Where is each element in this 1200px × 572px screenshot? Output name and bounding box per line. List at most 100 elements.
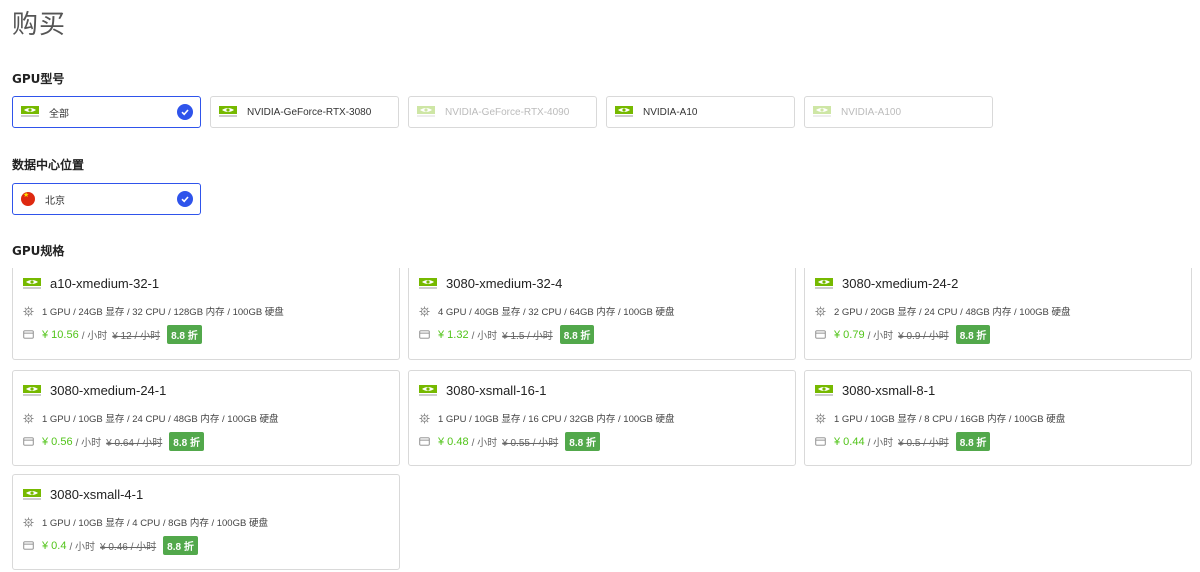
nvidia-logo-icon [219, 106, 237, 117]
price: ¥ 0.79 [834, 328, 865, 341]
spec-name: 3080-xsmall-8-1 [842, 383, 936, 398]
spec-details-row: 1 GPU / 10GB 显存 / 8 CPU / 16GB 内存 / 100G… [815, 411, 1065, 425]
price-row: ¥ 10.56/ 小时 ¥ 12 / 小时 8.8 折 [23, 325, 202, 344]
gpu-model-label: GPU型号 [12, 72, 65, 86]
chip-gear-icon [23, 305, 34, 317]
price-row: ¥ 0.79/ 小时 ¥ 0.9 / 小时 8.8 折 [815, 325, 991, 344]
spec-card[interactable]: 3080-xmedium-24-1 1 GPU / 10GB 显存 / 24 CP… [12, 370, 400, 466]
spec-title-row: 3080-xsmall-16-1 [419, 383, 546, 398]
gpu-option-a10[interactable]: NVIDIA-A10 [606, 96, 795, 128]
spec-details-row: 1 GPU / 10GB 显存 / 4 CPU / 8GB 内存 / 100GB… [23, 515, 268, 529]
price-unit: / 小时 [75, 438, 102, 449]
spec-details: 1 GPU / 10GB 显存 / 16 CPU / 32GB 内存 / 100… [438, 414, 675, 425]
price-row: ¥ 1.32/ 小时 ¥ 1.5 / 小时 8.8 折 [419, 325, 595, 344]
spec-details-row: 4 GPU / 40GB 显存 / 32 CPU / 64GB 内存 / 100… [419, 304, 675, 318]
spec-card[interactable]: 3080-xmedium-32-4 4 GPU / 40GB 显存 / 32 CP… [408, 268, 796, 360]
original-price: ¥ 0.46 / 小时 [100, 542, 157, 553]
discount-badge: 8.8 折 [955, 325, 991, 344]
datacenter-option-beijing[interactable]: 北京 [12, 183, 201, 215]
chip-gear-icon [23, 412, 34, 424]
spec-title-row: 3080-xmedium-24-1 [23, 383, 166, 398]
price: ¥ 0.48 [438, 435, 469, 448]
card-icon [815, 330, 826, 339]
spec-card[interactable]: 3080-xsmall-16-1 1 GPU / 10GB 显存 / 16 CPU… [408, 370, 796, 466]
price-unit: / 小时 [81, 331, 108, 342]
chip-gear-icon [815, 412, 826, 424]
nvidia-logo-icon [615, 106, 633, 117]
nvidia-logo-icon [23, 488, 41, 500]
nvidia-logo-icon [419, 384, 437, 396]
gpu-option-all[interactable]: 全部 [12, 96, 201, 128]
discount-badge: 8.8 折 [565, 432, 600, 451]
spec-title-row: a10-xmedium-32-1 [23, 276, 159, 291]
spec-card[interactable]: 3080-xsmall-8-1 1 GPU / 10GB 显存 / 8 CPU /… [804, 370, 1192, 466]
discount-badge: 8.8 折 [169, 432, 204, 451]
price-row: ¥ 0.48/ 小时 ¥ 0.55 / 小时 8.8 折 [419, 432, 600, 451]
price-unit: / 小时 [867, 331, 894, 342]
spec-details-row: 1 GPU / 10GB 显存 / 16 CPU / 32GB 内存 / 100… [419, 411, 675, 425]
spec-name: 3080-xmedium-24-2 [842, 276, 959, 291]
spec-details: 1 GPU / 10GB 显存 / 24 CPU / 48GB 内存 / 100… [42, 414, 279, 425]
nvidia-logo-icon [815, 277, 833, 289]
price: ¥ 0.56 [42, 435, 73, 448]
price: ¥ 0.4 [42, 539, 67, 552]
chip-gear-icon [419, 305, 430, 317]
nvidia-logo-icon [815, 384, 833, 396]
spec-card[interactable]: a10-xmedium-32-1 1 GPU / 24GB 显存 / 32 CPU… [12, 268, 400, 360]
chip-gear-icon [23, 516, 34, 528]
chip-gear-icon [419, 412, 430, 424]
discount-badge: 8.8 折 [955, 432, 991, 451]
spec-name: a10-xmedium-32-1 [50, 276, 160, 291]
spec-details: 1 GPU / 10GB 显存 / 4 CPU / 8GB 内存 / 100GB… [42, 518, 268, 529]
china-flag-icon [21, 191, 35, 206]
original-price: ¥ 1.5 / 小时 [502, 331, 553, 342]
card-icon [23, 541, 34, 550]
nvidia-logo-icon [419, 277, 437, 289]
nvidia-logo-icon [813, 106, 831, 117]
original-price: ¥ 0.9 / 小时 [898, 331, 949, 342]
price: ¥ 0.44 [834, 435, 865, 448]
spec-details-row: 1 GPU / 10GB 显存 / 24 CPU / 48GB 内存 / 100… [23, 411, 279, 425]
gpu-option-label: NVIDIA-GeForce-RTX-4090 [445, 106, 570, 118]
original-price: ¥ 0.5 / 小时 [898, 438, 949, 449]
discount-badge: 8.8 折 [559, 325, 595, 344]
price-row: ¥ 0.4/ 小时 ¥ 0.46 / 小时 8.8 折 [23, 536, 198, 555]
price-row: ¥ 0.56/ 小时 ¥ 0.64 / 小时 8.8 折 [23, 432, 204, 451]
spec-title-row: 3080-xmedium-32-4 [419, 276, 562, 291]
spec-details: 1 GPU / 24GB 显存 / 32 CPU / 128GB 内存 / 10… [42, 307, 284, 318]
gpu-option-rtx-3080[interactable]: NVIDIA-GeForce-RTX-3080 [210, 96, 399, 128]
spec-card[interactable]: 3080-xmedium-24-2 2 GPU / 20GB 显存 / 24 CP… [804, 268, 1192, 360]
gpu-option-label: NVIDIA-A10 [643, 106, 698, 118]
price-row: ¥ 0.44/ 小时 ¥ 0.5 / 小时 8.8 折 [815, 432, 991, 451]
nvidia-logo-icon [23, 277, 41, 289]
spec-details-row: 2 GPU / 20GB 显存 / 24 CPU / 48GB 内存 / 100… [815, 304, 1071, 318]
spec-details: 1 GPU / 10GB 显存 / 8 CPU / 16GB 内存 / 100G… [834, 414, 1066, 425]
datacenter-label: 数据中心位置 [12, 158, 85, 172]
discount-badge: 8.8 折 [167, 325, 202, 344]
datacenter-option-label: 北京 [45, 195, 65, 207]
card-icon [419, 330, 430, 339]
price: ¥ 10.56 [42, 328, 79, 341]
nvidia-logo-icon [23, 384, 41, 396]
price-unit: / 小时 [471, 331, 498, 342]
spec-card[interactable]: 3080-xsmall-4-1 1 GPU / 10GB 显存 / 4 CPU /… [12, 474, 400, 570]
spec-title-row: 3080-xsmall-8-1 [815, 383, 935, 398]
spec-details-row: 1 GPU / 24GB 显存 / 32 CPU / 128GB 内存 / 10… [23, 304, 284, 318]
check-circle-icon [177, 104, 193, 120]
price-unit: / 小时 [867, 438, 894, 449]
gpu-spec-label: GPU规格 [12, 244, 65, 258]
nvidia-logo-icon [21, 106, 39, 117]
original-price: ¥ 12 / 小时 [112, 331, 161, 342]
page-title: 购买 [12, 10, 67, 40]
spec-name: 3080-xmedium-24-1 [50, 383, 167, 398]
card-icon [23, 437, 34, 446]
gpu-option-label: 全部 [49, 108, 69, 120]
spec-title-row: 3080-xsmall-4-1 [23, 487, 143, 502]
spec-details: 2 GPU / 20GB 显存 / 24 CPU / 48GB 内存 / 100… [834, 307, 1071, 318]
nvidia-logo-icon [417, 106, 435, 117]
card-icon [815, 437, 826, 446]
original-price: ¥ 0.55 / 小时 [502, 438, 559, 449]
spec-name: 3080-xsmall-16-1 [446, 383, 547, 398]
chip-gear-icon [815, 305, 826, 317]
price-unit: / 小时 [69, 542, 96, 553]
